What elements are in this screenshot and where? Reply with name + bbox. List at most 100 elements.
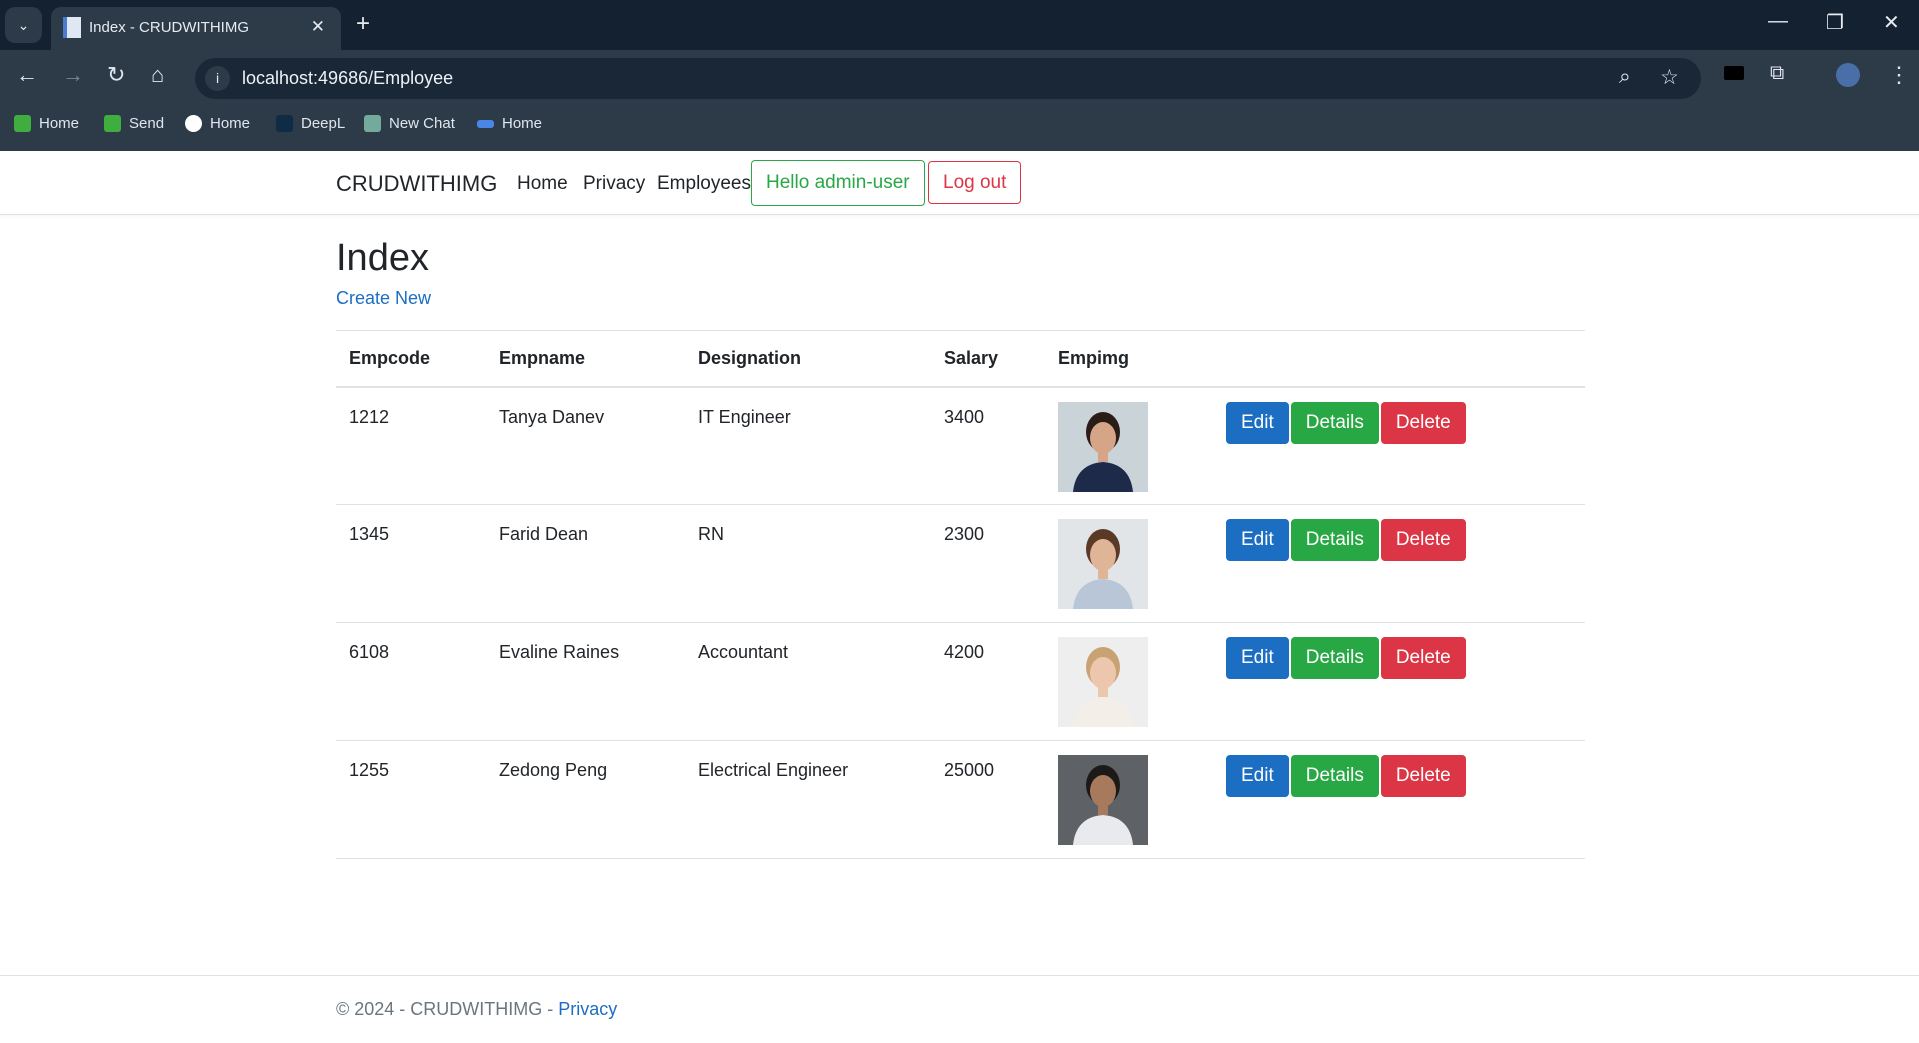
cell-salary: 25000	[931, 740, 1045, 859]
details-button[interactable]: Details	[1290, 637, 1379, 679]
zoom-icon[interactable]: ⌕	[1619, 65, 1631, 89]
s-logo-icon	[477, 119, 494, 128]
cell-actions: Edit Details Delete	[1213, 622, 1585, 741]
footer-privacy-link[interactable]: Privacy	[558, 999, 617, 1019]
copyright-text: © 2024 - CRUDWITHIMG -	[336, 999, 559, 1019]
details-button[interactable]: Details	[1290, 519, 1379, 561]
home-icon[interactable]: ⌂	[151, 62, 164, 88]
table-row: 1345 Farid Dean RN 2300 Edit Details Delet…	[336, 504, 1585, 623]
details-button[interactable]: Details	[1290, 401, 1379, 444]
bookmark-home[interactable]: Home	[14, 115, 79, 132]
browser-tab[interactable]: Index - CRUDWITHIMG ✕	[51, 7, 341, 50]
tab-search-button[interactable]: ⌄	[5, 7, 42, 43]
browser-chrome: ⌄ Index - CRUDWITHIMG ✕ + — ❐ ✕ ← → ↻ ⌂ …	[0, 0, 1919, 151]
cell-salary: 2300	[931, 504, 1045, 623]
cell-actions: Edit Details Delete	[1213, 386, 1585, 505]
restore-icon[interactable]: ❐	[1826, 10, 1844, 35]
footer: © 2024 - CRUDWITHIMG - Privacy	[0, 975, 1919, 1043]
menu-kebab-icon[interactable]: ⋮	[1888, 62, 1910, 88]
address-bar[interactable]: i localhost:49686/Employee ⌕ ☆	[195, 58, 1701, 99]
bookmark-home-2[interactable]: Home	[477, 115, 542, 132]
github-icon	[185, 115, 202, 132]
cell-empcode: 1255	[336, 740, 486, 859]
nav-home[interactable]: Home	[517, 173, 568, 195]
table-row: 6108 Evaline Raines Accountant 4200 Edit…	[336, 622, 1585, 741]
header-designation: Designation	[685, 330, 931, 388]
bookmark-label: New Chat	[389, 115, 455, 132]
bookmark-label: Home	[39, 115, 80, 132]
cell-salary: 4200	[931, 622, 1045, 741]
cell-designation: IT Engineer	[685, 386, 931, 505]
bookmark-label: Home	[502, 115, 543, 132]
page-title: Index	[336, 237, 429, 279]
extension-icon[interactable]	[1724, 66, 1744, 80]
cell-actions: Edit Details Delete	[1213, 740, 1585, 859]
url-text[interactable]: localhost:49686/Employee	[242, 68, 453, 89]
cell-empimg	[1045, 740, 1213, 859]
employee-photo	[1058, 401, 1148, 492]
edit-button[interactable]: Edit	[1226, 519, 1289, 561]
cell-empcode: 1212	[336, 386, 486, 505]
cell-actions: Edit Details Delete	[1213, 504, 1585, 623]
profile-avatar[interactable]	[1836, 63, 1860, 87]
cell-empcode: 1345	[336, 504, 486, 623]
cell-empimg	[1045, 504, 1213, 623]
close-tab-icon[interactable]: ✕	[311, 17, 325, 37]
site-info-icon[interactable]: i	[205, 66, 230, 91]
cell-empname: Evaline Raines	[486, 622, 685, 741]
edit-button[interactable]: Edit	[1226, 401, 1289, 444]
cell-designation: RN	[685, 504, 931, 623]
forward-icon[interactable]: →	[62, 62, 84, 88]
bookmark-label: DeepL	[301, 115, 346, 132]
hello-user-button[interactable]: Hello admin-user	[751, 160, 925, 206]
employee-photo	[1058, 755, 1148, 845]
cell-salary: 3400	[931, 386, 1045, 505]
browser-toolbar: ← → ↻ ⌂ i localhost:49686/Employee ⌕ ☆ ⧉…	[0, 50, 1919, 100]
cell-designation: Accountant	[685, 622, 931, 741]
cell-empcode: 6108	[336, 622, 486, 741]
reload-icon[interactable]: ↻	[107, 62, 125, 88]
create-new-link[interactable]: Create New	[336, 288, 431, 309]
delete-button[interactable]: Delete	[1380, 755, 1466, 797]
header-empimg: Empimg	[1045, 330, 1213, 388]
footer-text: © 2024 - CRUDWITHIMG - Privacy	[336, 999, 617, 1020]
chatgpt-icon	[364, 115, 381, 132]
tab-title: Index - CRUDWITHIMG	[89, 19, 250, 36]
close-window-icon[interactable]: ✕	[1883, 10, 1900, 35]
cell-empname: Zedong Peng	[486, 740, 685, 859]
edit-button[interactable]: Edit	[1226, 637, 1289, 679]
cell-empname: Tanya Danev	[486, 386, 685, 505]
header-salary: Salary	[931, 330, 1045, 388]
page-favicon-icon	[63, 17, 81, 38]
details-button[interactable]: Details	[1290, 755, 1379, 797]
cell-empimg	[1045, 622, 1213, 741]
back-icon[interactable]: ←	[16, 62, 38, 88]
delete-button[interactable]: Delete	[1380, 401, 1466, 444]
cell-designation: Electrical Engineer	[685, 740, 931, 859]
delete-button[interactable]: Delete	[1380, 637, 1466, 679]
nav-employees[interactable]: Employees	[657, 173, 751, 195]
table-row: 1255 Zedong Peng Electrical Engineer 250…	[336, 740, 1585, 859]
cell-empimg	[1045, 386, 1213, 505]
extensions-puzzle-icon[interactable]: ⧉	[1770, 62, 1784, 85]
employee-table: Empcode Empname Designation Salary Empim…	[336, 330, 1585, 859]
bookmark-new-chat[interactable]: New Chat	[364, 115, 455, 132]
brand-link[interactable]: CRUDWITHIMG	[336, 171, 497, 197]
bookmark-github-home[interactable]: Home	[185, 115, 250, 132]
bookmark-label: Send	[129, 115, 165, 132]
bookmark-deepl[interactable]: DeepL	[276, 115, 345, 132]
bookmark-send[interactable]: Send	[104, 115, 164, 132]
delete-button[interactable]: Delete	[1380, 519, 1466, 561]
edit-button[interactable]: Edit	[1226, 755, 1289, 797]
table-header-row: Empcode Empname Designation Salary Empim…	[336, 330, 1585, 388]
cell-empname: Farid Dean	[486, 504, 685, 623]
minimize-icon[interactable]: —	[1768, 10, 1788, 33]
new-tab-button[interactable]: +	[356, 10, 370, 38]
nav-privacy[interactable]: Privacy	[583, 173, 645, 195]
bookmark-star-icon[interactable]: ☆	[1660, 65, 1679, 90]
deepl-icon	[276, 115, 293, 132]
logout-button[interactable]: Log out	[928, 161, 1022, 204]
site-navbar: CRUDWITHIMG Home Privacy Employees Hello…	[0, 151, 1919, 215]
send-bookmark-icon	[104, 115, 121, 132]
header-empname: Empname	[486, 330, 685, 388]
